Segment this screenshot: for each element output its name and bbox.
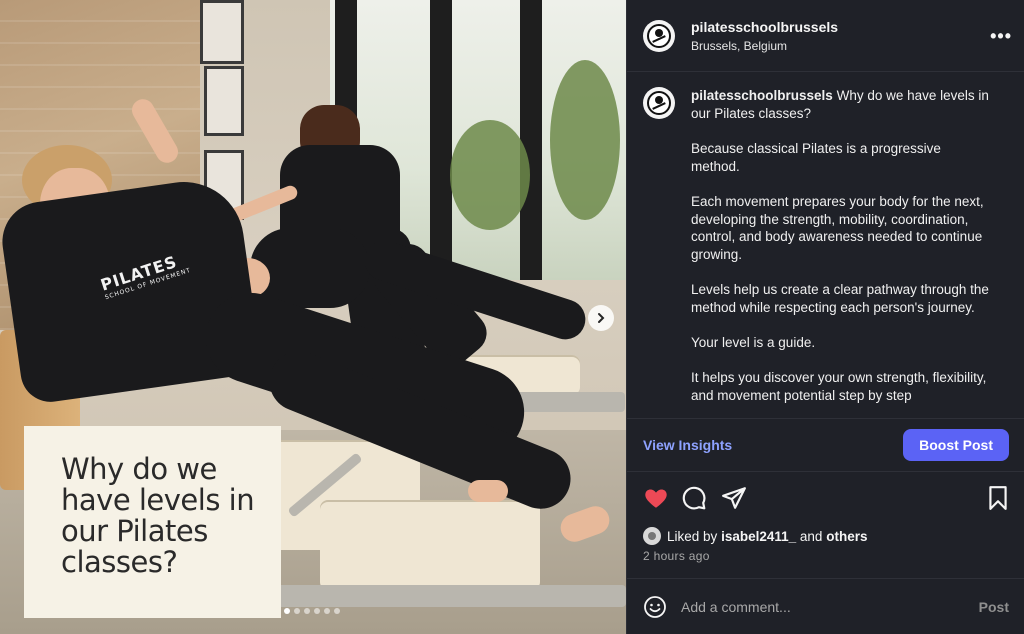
boost-post-button[interactable]: Boost Post — [903, 429, 1009, 461]
avatar[interactable] — [643, 19, 675, 52]
chevron-right-icon — [598, 313, 605, 323]
post-image[interactable]: PILATES SCHOOL OF MOVEMENT Why do we hav… — [0, 0, 626, 634]
share-icon[interactable] — [721, 485, 747, 511]
caption-username[interactable]: pilatesschoolbrussels — [691, 88, 833, 103]
slide-dot[interactable] — [324, 608, 330, 614]
slide-dot[interactable] — [284, 608, 290, 614]
plant — [450, 120, 530, 230]
emoji-icon[interactable] — [643, 595, 667, 619]
slide-indicator — [284, 608, 340, 614]
likes-others-link[interactable]: others — [826, 529, 867, 544]
slide-dot[interactable] — [304, 608, 310, 614]
action-bar — [643, 485, 1009, 515]
caption-text: pilatesschoolbrussels Why do we have lev… — [691, 87, 991, 405]
bookmark-icon[interactable] — [987, 485, 1009, 511]
caption-paragraph: Each movement prepares your body for the… — [691, 193, 984, 262]
post-timestamp[interactable]: 2 hours ago — [643, 549, 710, 563]
liker-username[interactable]: isabel2411_ — [721, 529, 796, 544]
caption-paragraph: Levels help us create a clear pathway th… — [691, 282, 989, 315]
slide-dot[interactable] — [334, 608, 340, 614]
heart-icon[interactable] — [643, 485, 669, 511]
plant — [550, 60, 620, 220]
wall-frame — [204, 66, 244, 136]
insights-row: View Insights Boost Post — [627, 418, 1024, 472]
post-comment-button[interactable]: Post — [979, 599, 1009, 615]
image-caption-text: Why do we have levels in our Pilates cla… — [61, 452, 255, 579]
comment-bar: Add a comment... Post — [627, 578, 1024, 634]
liker-avatar[interactable] — [643, 527, 661, 545]
caption-paragraph: Because classical Pilates is a progressi… — [691, 140, 941, 174]
next-slide-button[interactable] — [588, 305, 614, 331]
slide-dot[interactable] — [294, 608, 300, 614]
avatar[interactable] — [643, 87, 675, 119]
caption-scroll-area[interactable]: pilatesschoolbrussels Why do we have lev… — [627, 73, 1024, 418]
likes-summary: Liked by isabel2411_ and others — [643, 527, 867, 545]
post-header: pilatesschoolbrussels Brussels, Belgium … — [627, 0, 1024, 72]
view-insights-link[interactable]: View Insights — [643, 437, 732, 453]
slide-dot[interactable] — [314, 608, 320, 614]
wall-frame — [200, 0, 244, 64]
header-location[interactable]: Brussels, Belgium — [691, 39, 838, 53]
caption-paragraph: Your level is a guide. — [691, 335, 816, 351]
post-side-panel: pilatesschoolbrussels Brussels, Belgium … — [626, 0, 1024, 634]
comment-input[interactable]: Add a comment... — [681, 599, 979, 615]
comment-icon[interactable] — [681, 485, 707, 511]
more-icon[interactable]: ••• — [990, 26, 1012, 47]
image-caption-card: Why do we have levels in our Pilates cla… — [24, 426, 281, 618]
caption-paragraph: It helps you discover your own strength,… — [691, 370, 987, 403]
header-username[interactable]: pilatesschoolbrussels — [691, 19, 838, 35]
